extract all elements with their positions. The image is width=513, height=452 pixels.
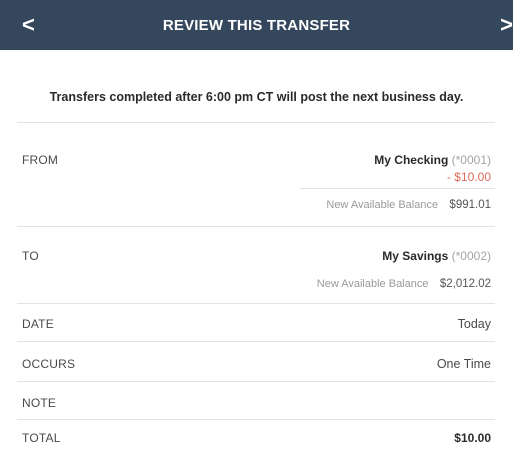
date-value: Today (457, 317, 491, 331)
divider (17, 226, 495, 227)
to-new-balance: New Available Balance $2,012.02 (317, 276, 491, 290)
to-account: My Savings (*0002) (382, 249, 491, 263)
divider (17, 122, 495, 123)
from-new-balance: New Available Balance $991.01 (326, 197, 491, 211)
header-bar: < REVIEW THIS TRANSFER > (0, 0, 513, 50)
to-balance-label: New Available Balance (316, 278, 429, 290)
from-label: FROM (22, 153, 59, 167)
divider (17, 341, 495, 342)
from-account-mask: (*0001) (451, 153, 491, 167)
to-label: TO (22, 249, 39, 263)
note-label: NOTE (22, 396, 57, 410)
divider (17, 381, 495, 382)
divider (17, 303, 495, 304)
cutoff-notice: Transfers completed after 6:00 pm CT wil… (49, 90, 464, 104)
chevron-left-icon[interactable]: < (22, 0, 35, 50)
from-account: My Checking (*0001) (374, 153, 491, 167)
from-balance-label: New Available Balance (326, 199, 439, 211)
occurs-label: OCCURS (22, 357, 76, 371)
from-account-name: My Checking (374, 153, 449, 167)
to-balance-value: $2,012.02 (439, 278, 491, 290)
to-account-name: My Savings (382, 249, 449, 263)
date-label: DATE (22, 317, 54, 331)
total-label: TOTAL (22, 431, 61, 445)
divider (300, 188, 495, 189)
to-account-mask: (*0002) (451, 249, 491, 263)
divider (17, 419, 495, 420)
total-value: $10.00 (454, 431, 491, 445)
from-balance-value: $991.01 (449, 199, 491, 211)
occurs-value: One Time (436, 357, 491, 371)
from-amount: - $10.00 (446, 170, 491, 184)
chevron-right-icon[interactable]: > (500, 0, 513, 50)
page-title: REVIEW THIS TRANSFER (162, 16, 351, 34)
